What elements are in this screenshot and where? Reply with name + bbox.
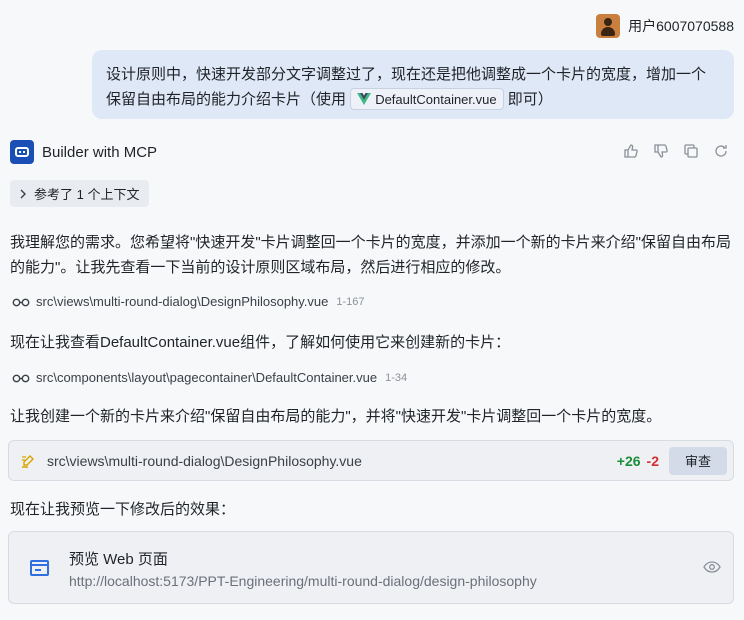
eye-icon[interactable] [703, 560, 721, 574]
thumbs-up-icon[interactable] [622, 142, 640, 160]
assistant-header: Builder with MCP [10, 140, 157, 164]
message-actions [622, 142, 730, 160]
chevron-right-icon [20, 189, 26, 198]
glasses-icon [12, 374, 30, 382]
file-reference-range: 1-34 [385, 371, 408, 384]
file-reference-path: src\views\multi-round-dialog\DesignPhilo… [36, 294, 329, 309]
assistant-paragraph: 现在让我预览一下修改后的效果： [10, 501, 236, 518]
bot-icon [10, 140, 34, 164]
browser-window-icon [30, 560, 49, 576]
preview-title: 预览 Web 页面 [69, 551, 168, 568]
refresh-icon[interactable] [712, 142, 730, 160]
user-message-bubble: 设计原则中，快速开发部分文字调整过了，现在还是把他调整成一个卡片的宽度，增加一个… [92, 50, 734, 119]
file-chip-label: DefaultContainer.vue [375, 91, 497, 107]
review-button[interactable]: 审查 [669, 446, 727, 475]
copy-icon[interactable] [682, 142, 700, 160]
file-edit-card[interactable]: src\views\multi-round-dialog\DesignPhilo… [8, 440, 734, 481]
assistant-paragraph: 让我创建一个新的卡片来介绍"保留自由布局的能力"，并将"快速开发"卡片调整回一个… [10, 408, 662, 425]
thumbs-down-icon[interactable] [652, 142, 670, 160]
user-name: 用户6007070588 [628, 18, 734, 34]
preview-url[interactable]: http://localhost:5173/PPT-Engineering/mu… [69, 573, 537, 589]
edit-file-path: src\views\multi-round-dialog\DesignPhilo… [47, 452, 362, 469]
file-reference[interactable]: src\components\layout\pagecontainer\Defa… [12, 370, 407, 385]
context-toggle[interactable]: 参考了 1 个上下文 [10, 180, 150, 207]
glasses-icon [12, 298, 30, 306]
vue-icon [357, 93, 372, 106]
user-avatar [596, 14, 621, 38]
assistant-name: Builder with MCP [42, 143, 158, 161]
file-reference[interactable]: src\views\multi-round-dialog\DesignPhilo… [12, 294, 365, 309]
file-reference-range: 1-167 [336, 295, 365, 308]
preview-card[interactable]: 预览 Web 页面 http://localhost:5173/PPT-Engi… [8, 531, 734, 604]
file-chip[interactable]: DefaultContainer.vue [350, 88, 504, 111]
assistant-paragraph: 现在让我查看DefaultContainer.vue组件，了解如何使用它来创建新… [10, 334, 511, 351]
context-label: 参考了 1 个上下文 [34, 187, 140, 202]
edit-pencil-icon [22, 454, 34, 468]
additions-count: +26 [616, 452, 641, 469]
user-header: 用户6007070588 [596, 14, 734, 38]
file-reference-path: src\components\layout\pagecontainer\Defa… [36, 370, 378, 385]
user-message-text-end: 即可） [507, 91, 553, 108]
assistant-paragraph: 我理解您的需求。您希望将"快速开发"卡片调整回一个卡片的宽度，并添加一个新的卡片… [10, 234, 731, 276]
deletions-count: -2 [646, 452, 659, 469]
